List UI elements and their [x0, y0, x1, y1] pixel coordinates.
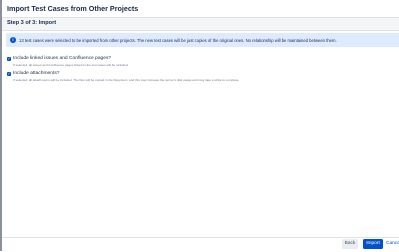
- info-message: i 13 test cases were selected to be impo…: [6, 33, 399, 47]
- cancel-button[interactable]: Cancel: [386, 239, 399, 249]
- background-edge: [0, 0, 2, 251]
- include-attachments-label[interactable]: Include attachments?: [13, 71, 60, 76]
- back-button[interactable]: Back: [342, 239, 358, 249]
- include-attachments-checkbox[interactable]: ✓: [7, 72, 11, 76]
- step-title: Step 3 of 3: Import: [7, 20, 57, 26]
- include-attachments-description: If selected, all attachments will be inc…: [13, 77, 240, 82]
- step-header: Step 3 of 3: Import: [2, 18, 399, 31]
- info-message-text: 13 test cases were selected to be import…: [19, 37, 337, 43]
- import-button[interactable]: Import: [363, 239, 383, 249]
- include-linked-issues-checkbox[interactable]: ✓: [7, 57, 11, 61]
- info-icon: i: [10, 37, 16, 43]
- dialog-title: Import Test Cases from Other Projects: [7, 4, 139, 13]
- include-linked-issues-description: If selected, all issues and Confluence p…: [13, 62, 129, 67]
- dialog-footer: [2, 237, 399, 252]
- dialog-header: Import Test Cases from Other Projects: [2, 0, 399, 18]
- include-linked-issues-label[interactable]: Include linked issues and Confluence pag…: [13, 56, 111, 61]
